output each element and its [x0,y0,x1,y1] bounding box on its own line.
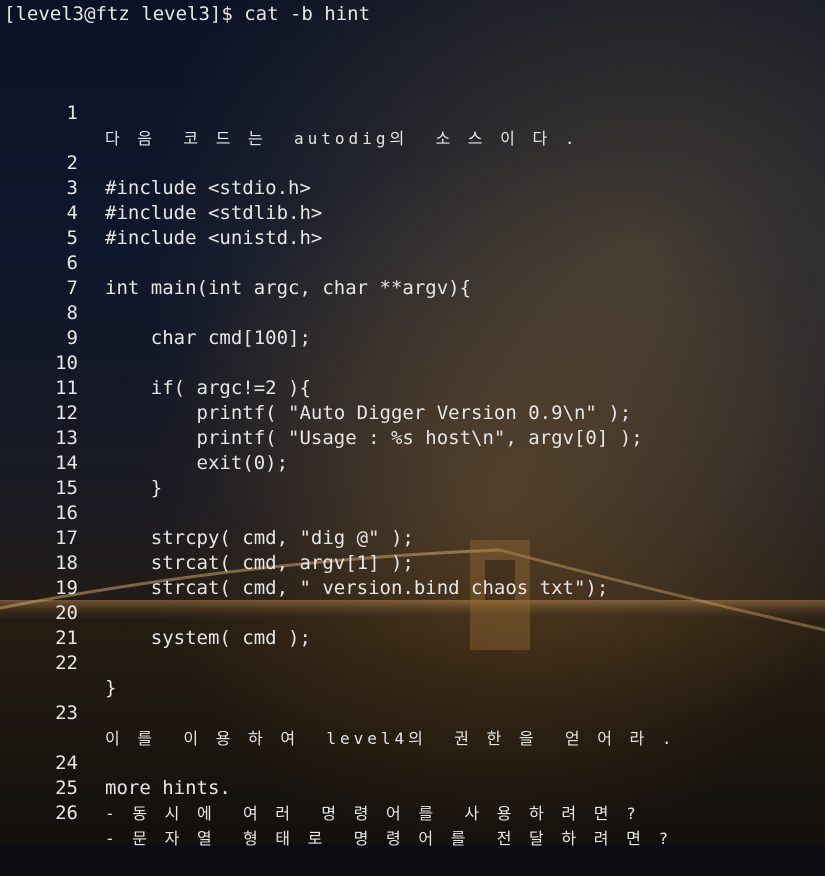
hint-line-22: 22 } [0,626,825,699]
shell-prompt-line: [level3@ftz level3]$ cat -b hint [4,3,371,25]
hint-line-26: 26 - 문 자 열 형 태 로 명 령 어 를 전 달 하 려 면 ? [0,776,825,848]
line-number: 1 [66,102,78,124]
terminal-window[interactable]: [level3@ftz level3]$ cat -b hint 1 다 음 코… [0,0,825,848]
hint-line-14: 14 } [0,426,825,499]
hint-line-18: 18 strcat( cmd, " version.bind chaos txt… [0,526,825,599]
hint-line-21: 21 [0,601,825,649]
hint-line-7: 7 [0,251,825,299]
hint-line-20: 20 system( cmd ); [0,576,825,649]
hint-line-10: 10 if( argc!=2 ){ [0,326,825,399]
hint-line-12: 12 printf( "Usage : %s host\n", argv[0] … [0,376,825,449]
hint-line-8: 8 char cmd[100]; [0,276,825,349]
hint-line-2: 2 #include <stdio.h> [0,126,825,199]
line-text: - 문 자 열 형 태 로 명 령 어 를 전 달 하 려 면 ? [105,829,673,848]
hint-line-16: 16 strcpy( cmd, "dig @" ); [0,476,825,549]
hint-line-11: 11 printf( "Auto Digger Version 0.9\n" )… [0,351,825,424]
line-number: 23 [55,702,78,724]
hint-line-3: 3 #include <stdlib.h> [0,151,825,224]
hint-line-19: 19 [0,551,825,599]
hint-line-13: 13 exit(0); [0,401,825,474]
hint-line-9: 9 [0,301,825,349]
line-text: - 동 시 에 여 러 명 령 어 를 사 용 하 려 면 ? [105,804,640,823]
hint-line-6: 6 int main(int argc, char **argv){ [0,226,825,299]
line-number: 26 [55,802,78,824]
hint-line-4: 4 #include <unistd.h> [0,176,825,249]
hint-line-17: 17 strcat( cmd, argv[1] ); [0,501,825,574]
hint-line-1: 1 다 음 코 드 는 autodig의 소 스 이 다 . [0,76,825,148]
hint-line-23: 23 이 를 이 용 하 여 level4의 권 한 을 얻 어 라 . [0,676,825,748]
hint-line-15: 15 [0,451,825,499]
hint-line-25: 25 - 동 시 에 여 러 명 령 어 를 사 용 하 려 면 ? [0,751,825,823]
hint-line-24: 24 more hints. [0,726,825,799]
line-number: 22 [55,652,78,674]
hint-line-5: 5 [0,201,825,249]
